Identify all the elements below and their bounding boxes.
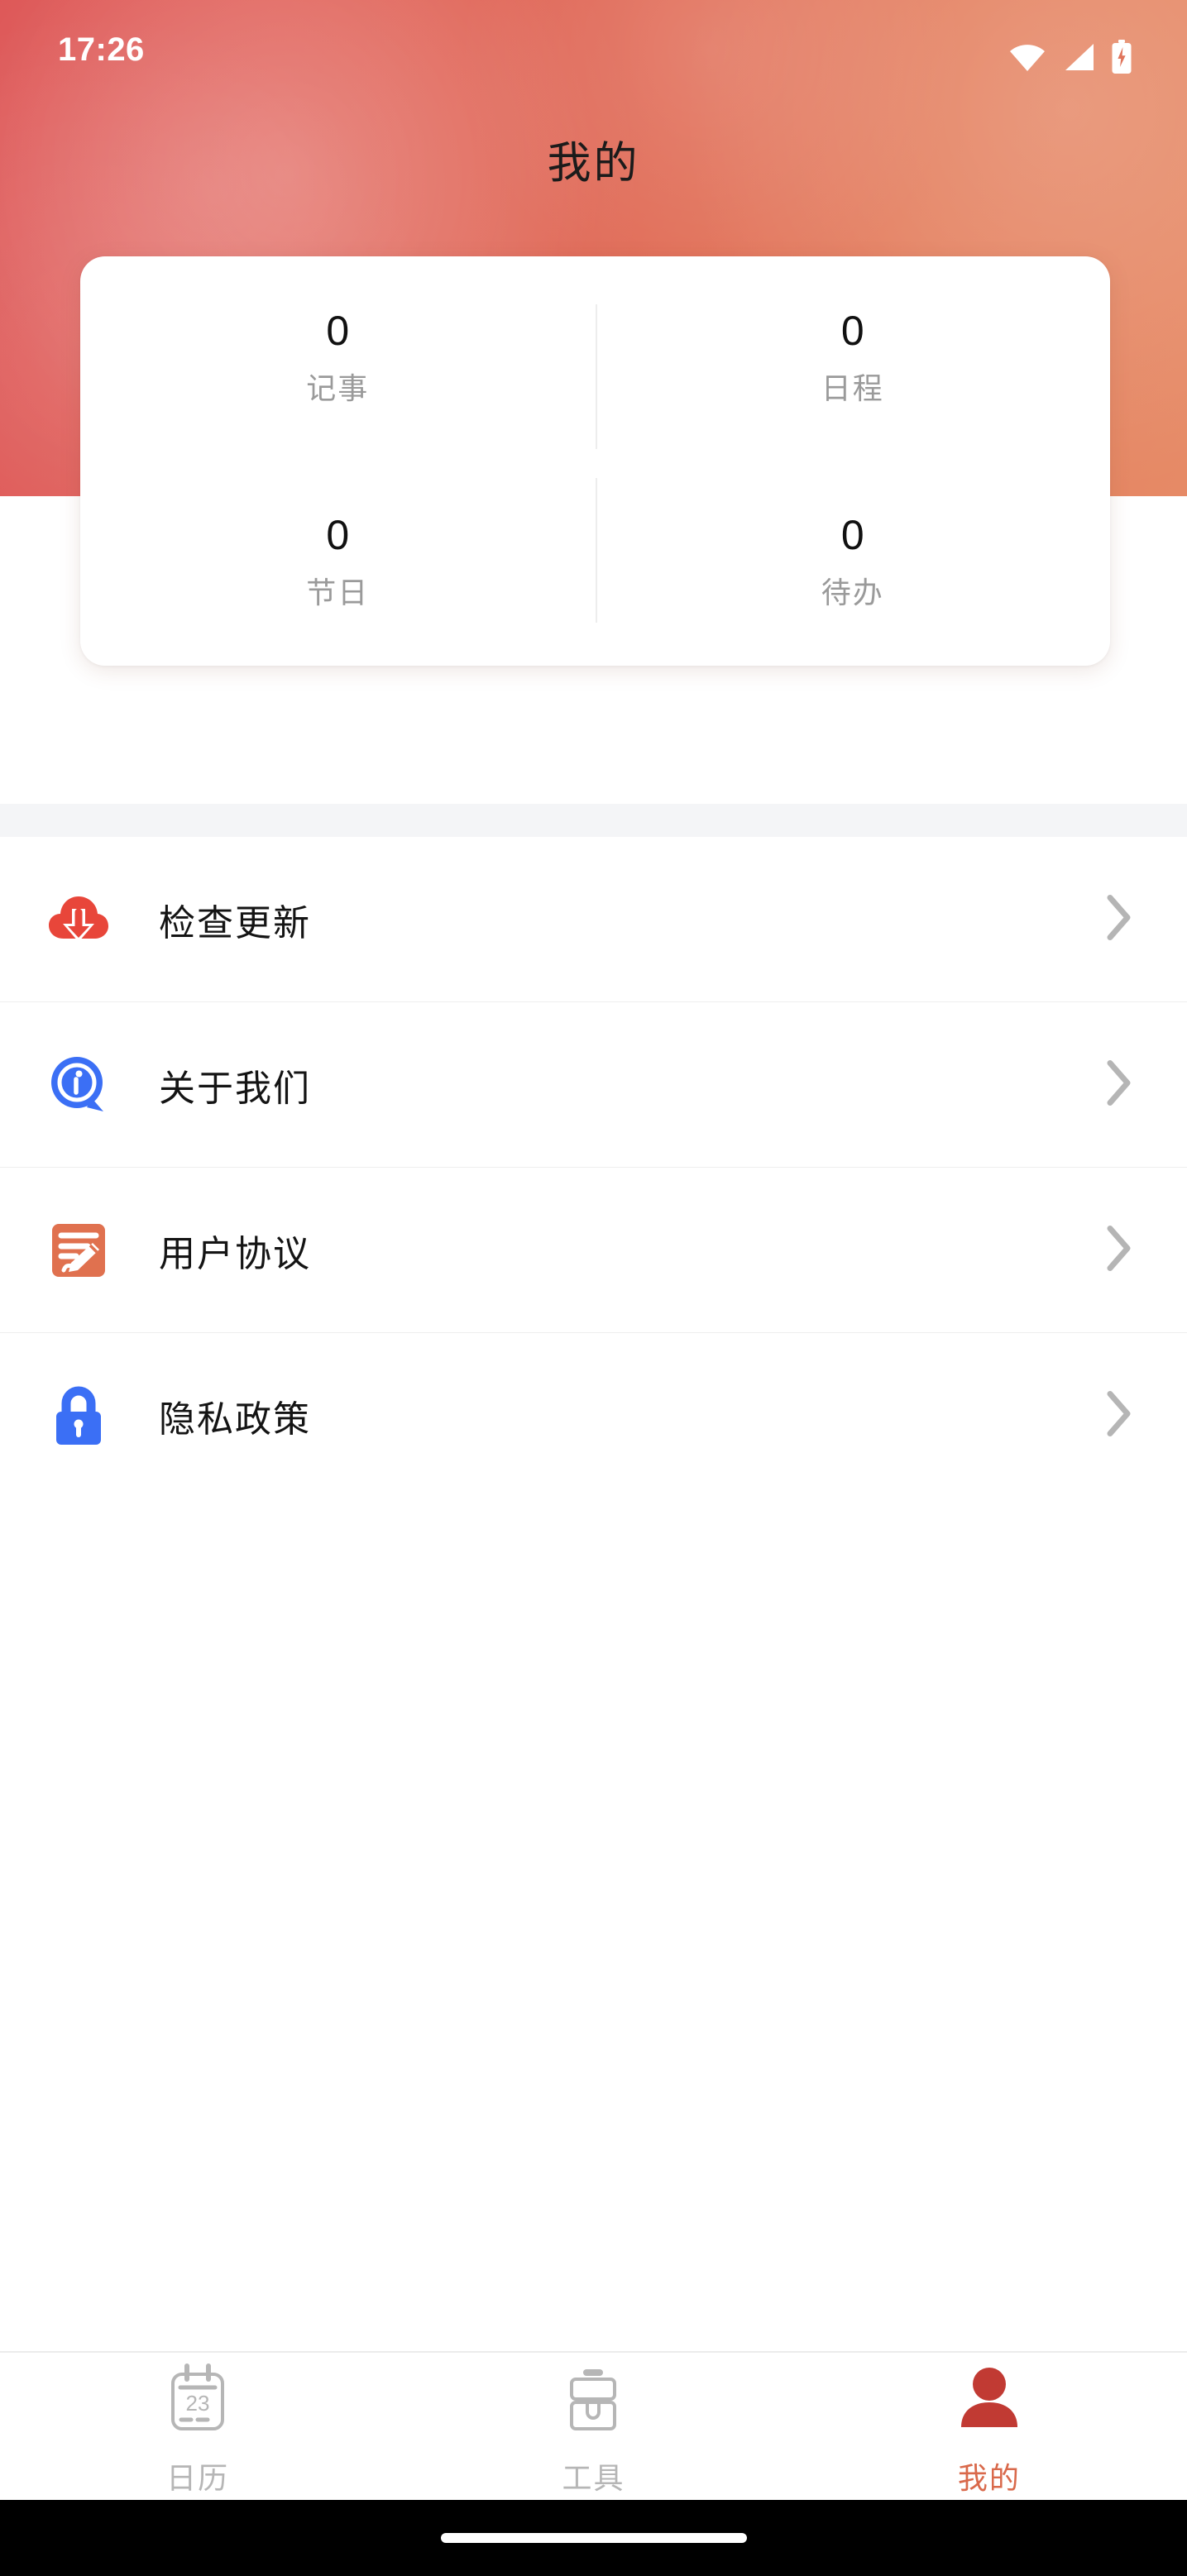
calendar-icon: 23	[165, 2360, 231, 2436]
menu-item-privacy-policy[interactable]: 隐私政策	[0, 1333, 1187, 1498]
chevron-right-icon	[1105, 894, 1133, 946]
app-screen: 17:26 我的 0 记事 0 日程 0 节日 0 待办 检查更新 关于我们 用…	[0, 0, 1187, 2576]
menu-item-user-agreement[interactable]: 用户协议	[0, 1168, 1187, 1333]
menu-item-label: 关于我们	[159, 1068, 311, 1109]
tab-label: 我的	[957, 2461, 1021, 2495]
stats-card: 0 记事 0 日程 0 节日 0 待办	[80, 256, 1110, 666]
tab-label: 日历	[166, 2461, 230, 2495]
settings-menu-list: 检查更新 关于我们 用户协议 隐私政策	[0, 837, 1187, 1498]
stat-notes[interactable]: 0 记事	[80, 256, 596, 461]
status-bar: 17:26	[0, 0, 1187, 91]
document-edit-icon	[46, 1218, 111, 1283]
lock-icon	[46, 1384, 111, 1448]
person-icon	[956, 2360, 1022, 2436]
chevron-right-icon	[1105, 1225, 1133, 1277]
stat-label: 待办	[821, 576, 884, 610]
menu-item-label: 检查更新	[159, 903, 311, 944]
calendar-icon-day: 23	[186, 2391, 210, 2416]
tab-label: 工具	[562, 2461, 625, 2495]
stats-divider-top	[595, 304, 597, 449]
stat-label: 节日	[306, 576, 370, 610]
section-separator-band	[0, 804, 1187, 837]
stat-value: 0	[326, 307, 350, 354]
stat-todo[interactable]: 0 待办	[596, 461, 1111, 667]
status-bar-icons	[1008, 40, 1132, 79]
stats-grid: 0 记事 0 日程 0 节日 0 待办	[80, 256, 1110, 666]
cellular-signal-icon	[1062, 42, 1095, 76]
status-bar-clock: 17:26	[58, 31, 145, 68]
menu-item-about-us[interactable]: 关于我们	[0, 1002, 1187, 1168]
chevron-right-icon	[1105, 1390, 1133, 1442]
bottom-tab-bar: 23 日历 工具 我的	[0, 2351, 1187, 2500]
home-gesture-pill[interactable]	[440, 2533, 747, 2543]
menu-item-check-update[interactable]: 检查更新	[0, 837, 1187, 1002]
stat-holiday[interactable]: 0 节日	[80, 461, 596, 667]
menu-item-label: 隐私政策	[159, 1399, 311, 1440]
stat-value: 0	[840, 307, 864, 354]
cloud-download-icon	[46, 887, 111, 952]
system-navigation-bar	[0, 2500, 1187, 2576]
stat-label: 日程	[821, 370, 884, 405]
stat-schedule[interactable]: 0 日程	[596, 256, 1111, 461]
battery-charging-icon	[1111, 40, 1132, 79]
stat-value: 0	[840, 512, 864, 559]
tab-mine[interactable]: 我的	[792, 2353, 1187, 2500]
stat-label: 记事	[306, 370, 370, 405]
page-title: 我的	[547, 139, 640, 188]
stats-divider-bottom	[595, 478, 597, 623]
wifi-icon	[1008, 42, 1046, 76]
toolbox-icon	[560, 2360, 626, 2436]
menu-item-label: 用户协议	[159, 1234, 311, 1274]
tab-tools[interactable]: 工具	[395, 2353, 791, 2500]
chevron-right-icon	[1105, 1059, 1133, 1111]
info-bubble-icon	[46, 1053, 111, 1117]
stat-value: 0	[326, 512, 350, 559]
tab-calendar[interactable]: 23 日历	[0, 2353, 395, 2500]
